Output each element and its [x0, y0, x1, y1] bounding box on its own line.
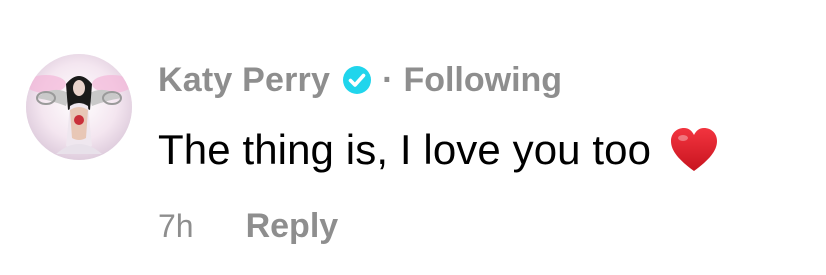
- comment-item: Katy Perry · Following The thing is, I l…: [0, 0, 826, 275]
- comment-text: The thing is, I love you too: [158, 126, 652, 173]
- comment-meta: 7h Reply: [158, 204, 338, 248]
- red-heart-icon: [669, 126, 719, 174]
- timestamp: 7h: [158, 207, 194, 244]
- separator-dot: ·: [382, 60, 394, 99]
- username[interactable]: Katy Perry: [158, 61, 330, 100]
- following-status[interactable]: Following: [403, 61, 562, 100]
- avatar-image: [26, 54, 132, 160]
- verified-badge-icon: [342, 65, 372, 95]
- comment-header: Katy Perry · Following: [158, 58, 562, 102]
- comment-body: The thing is, I love you too: [158, 120, 719, 180]
- avatar[interactable]: [26, 54, 132, 160]
- reply-button[interactable]: Reply: [246, 207, 339, 246]
